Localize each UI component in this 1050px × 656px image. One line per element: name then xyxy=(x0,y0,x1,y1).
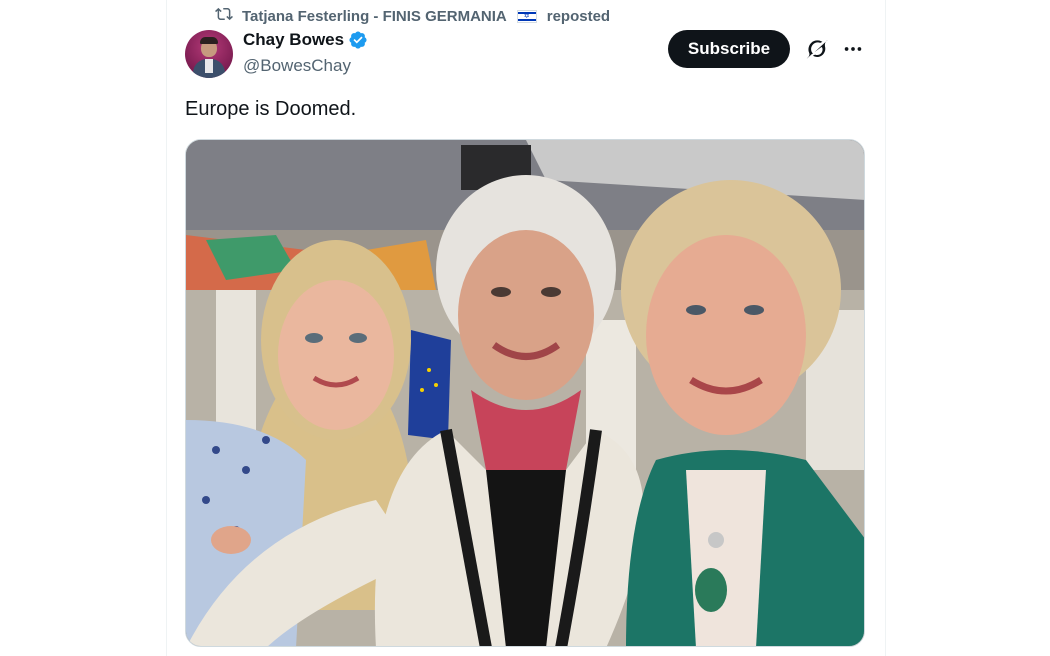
israel-flag-icon: ✡ xyxy=(516,9,537,23)
subscribe-button[interactable]: Subscribe xyxy=(668,30,790,68)
verified-badge-icon[interactable] xyxy=(348,30,368,50)
author-name-row[interactable]: Chay Bowes xyxy=(243,30,368,50)
tweet-photo[interactable] xyxy=(185,139,865,647)
repost-user[interactable]: Tatjana Festerling - FINIS GERMANIA xyxy=(242,8,507,25)
repost-context[interactable]: Tatjana Festerling - FINIS GERMANIA ✡ re… xyxy=(214,6,610,26)
repost-suffix: reposted xyxy=(546,7,611,25)
repost-icon xyxy=(214,5,234,27)
author-avatar[interactable] xyxy=(185,30,233,78)
more-options-icon[interactable] xyxy=(842,38,864,60)
author-name[interactable]: Chay Bowes xyxy=(243,30,344,50)
grok-icon[interactable] xyxy=(806,38,828,60)
tweet-text: Europe is Doomed. xyxy=(185,98,357,120)
author-handle[interactable]: @BowesChay xyxy=(243,56,351,76)
